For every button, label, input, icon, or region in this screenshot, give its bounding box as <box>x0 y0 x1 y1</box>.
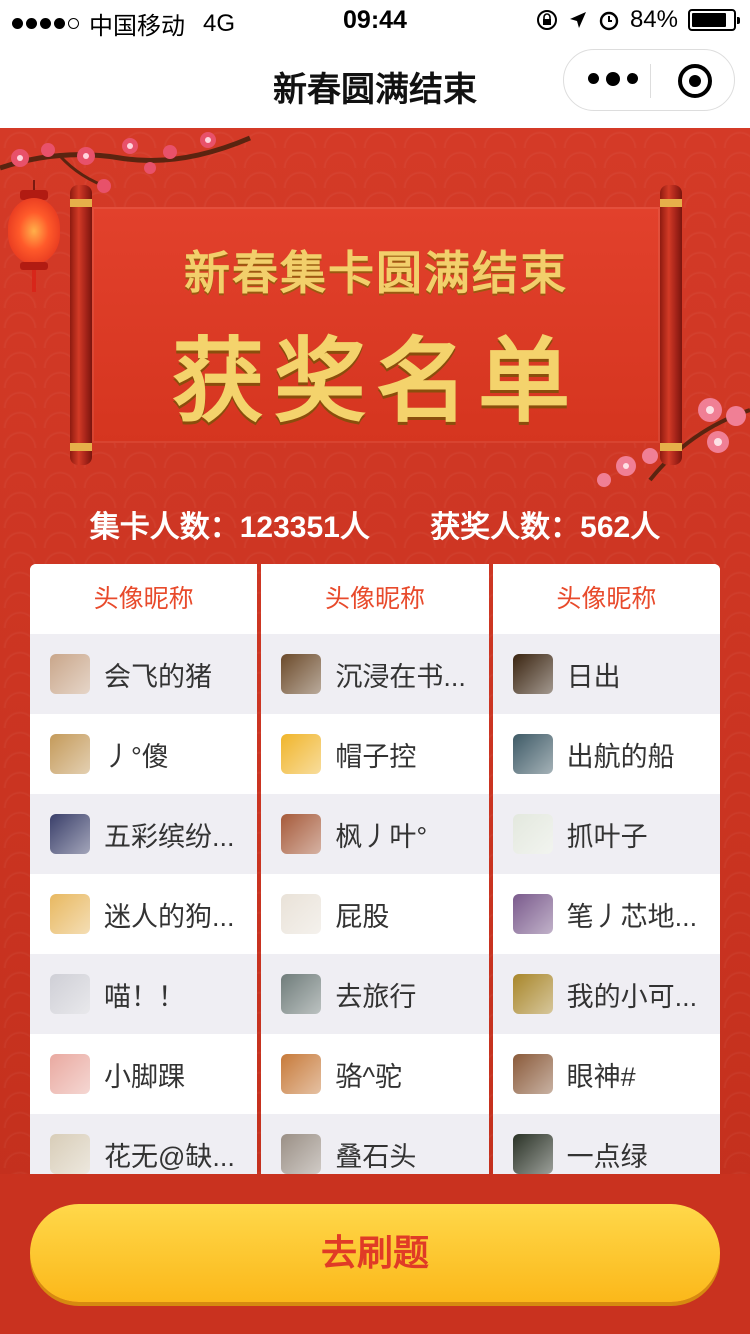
banner-scroll: 新春集卡圆满结束 获奖名单 <box>70 185 682 465</box>
nickname: 我的小可... <box>566 981 698 1012</box>
column-header: 头像昵称 <box>492 564 720 634</box>
battery-icon <box>688 9 740 31</box>
nickname: 一点绿 <box>566 1141 648 1172</box>
nickname: 沉浸在书... <box>335 661 466 692</box>
nickname: 骆^驼 <box>335 1061 402 1092</box>
list-item: 日出 <box>492 634 720 714</box>
list-item: 抓叶子 <box>492 794 720 874</box>
list-item: 迷人的狗... <box>30 874 257 954</box>
avatar <box>50 894 90 934</box>
alarm-icon <box>599 11 619 31</box>
list-item: 叠石头 <box>261 1114 489 1174</box>
avatar <box>50 1054 90 1094</box>
go-practice-button[interactable]: 去刷题 <box>30 1204 720 1302</box>
nickname: 喵！！ <box>104 981 185 1012</box>
column-header: 头像昵称 <box>261 564 489 634</box>
winners-count: 获奖人数：562人 <box>430 511 661 544</box>
avatar <box>281 654 322 694</box>
banner-subtitle: 新春集卡圆满结束 <box>184 247 568 299</box>
list-item: 笔丿芯地... <box>493 874 720 954</box>
avatar <box>512 974 553 1014</box>
lantern-icon <box>8 180 60 292</box>
list-item: 枫丿叶° <box>261 794 489 874</box>
nickname: 抓叶子 <box>566 821 648 852</box>
list-item: 我的小可... <box>492 954 720 1034</box>
avatar <box>50 1134 90 1174</box>
nickname: 日出 <box>566 661 621 692</box>
avatar <box>512 894 553 934</box>
list-item: 沉浸在书... <box>261 634 489 714</box>
nickname: 眼神# <box>566 1061 636 1092</box>
scroll-rod-left <box>70 185 92 465</box>
avatar <box>512 1054 553 1094</box>
nickname: 枫丿叶° <box>335 821 428 852</box>
nav-bar: 新春圆满结束 <box>0 40 750 128</box>
list-item: 五彩缤纷... <box>30 794 258 874</box>
nickname: 小脚踝 <box>104 1061 185 1092</box>
list-item: 小脚踝 <box>30 1034 257 1114</box>
battery-percent: 84% <box>629 6 678 33</box>
winner-column: 头像昵称日出出航的船抓叶子笔丿芯地... 我的小可... 眼神# 一点绿 <box>492 564 720 1174</box>
winner-column: 头像昵称沉浸在书... 帽子控枫丿叶° 屁股去旅行骆^驼叠石头 <box>261 564 489 1174</box>
list-item: 屁股 <box>261 874 488 954</box>
avatar <box>281 894 322 934</box>
capsule-divider <box>650 64 651 98</box>
avatar <box>281 1134 322 1174</box>
capsule-menu <box>563 49 735 111</box>
avatar <box>281 734 322 774</box>
nickname: 会飞的猪 <box>104 661 212 692</box>
avatar <box>281 814 322 854</box>
scroll-rod-right <box>660 185 682 465</box>
list-item: 喵！！ <box>30 954 258 1034</box>
status-right: 84% <box>536 6 740 34</box>
winner-table[interactable]: 头像昵称 会飞的猪 丿°傻 五彩缤纷... 迷人的狗... 喵！！ 小脚踝 花无@缺... 头像… <box>30 564 720 1174</box>
avatar <box>281 1054 322 1094</box>
nickname: 花无@缺... <box>104 1141 235 1172</box>
more-icon[interactable] <box>588 71 638 86</box>
nickname: 迷人的狗... <box>104 901 235 932</box>
column-header: 头像昵称 <box>30 564 258 634</box>
orientation-lock-icon <box>536 10 557 30</box>
list-item: 丿°傻 <box>30 714 257 794</box>
nickname: 五彩缤纷... <box>104 821 235 852</box>
avatar <box>50 814 90 854</box>
footer: 去刷题 <box>0 1174 750 1334</box>
avatar <box>512 1134 553 1174</box>
banner-title: 获奖名单 <box>171 331 580 433</box>
collectors-count: 集卡人数：123351人 <box>89 511 370 544</box>
avatar <box>50 654 90 694</box>
nickname: 帽子控 <box>335 741 417 772</box>
list-item: 骆^驼 <box>261 1034 488 1114</box>
close-icon[interactable] <box>678 64 712 98</box>
avatar <box>50 974 90 1014</box>
status-bar: 中国移动 4G 09:44 84% <box>0 0 750 40</box>
list-item: 去旅行 <box>261 954 489 1034</box>
stats-line: 集卡人数：123351人 获奖人数：562人 <box>0 502 750 546</box>
avatar <box>512 654 553 694</box>
nickname: 丿°傻 <box>104 741 169 772</box>
avatar <box>512 734 553 774</box>
banner-paper: 新春集卡圆满结束 获奖名单 <box>92 207 660 443</box>
nickname: 叠石头 <box>335 1141 417 1172</box>
avatar <box>512 814 553 854</box>
nickname: 笔丿芯地... <box>566 901 698 932</box>
list-item: 出航的船 <box>493 714 720 794</box>
nickname: 出航的船 <box>566 741 675 772</box>
list-item: 眼神# <box>493 1034 720 1114</box>
list-item: 花无@缺... <box>30 1114 258 1174</box>
nickname: 屁股 <box>335 901 390 932</box>
nickname: 去旅行 <box>335 981 417 1012</box>
winner-column: 头像昵称会飞的猪丿°傻五彩缤纷... 迷人的狗... 喵！！ 小脚踝花无@缺... <box>30 564 258 1174</box>
list-item: 一点绿 <box>492 1114 720 1174</box>
avatar <box>50 734 90 774</box>
avatar <box>281 974 322 1014</box>
list-item: 会飞的猪 <box>30 634 258 714</box>
list-item: 帽子控 <box>261 714 488 794</box>
location-icon <box>569 12 586 28</box>
